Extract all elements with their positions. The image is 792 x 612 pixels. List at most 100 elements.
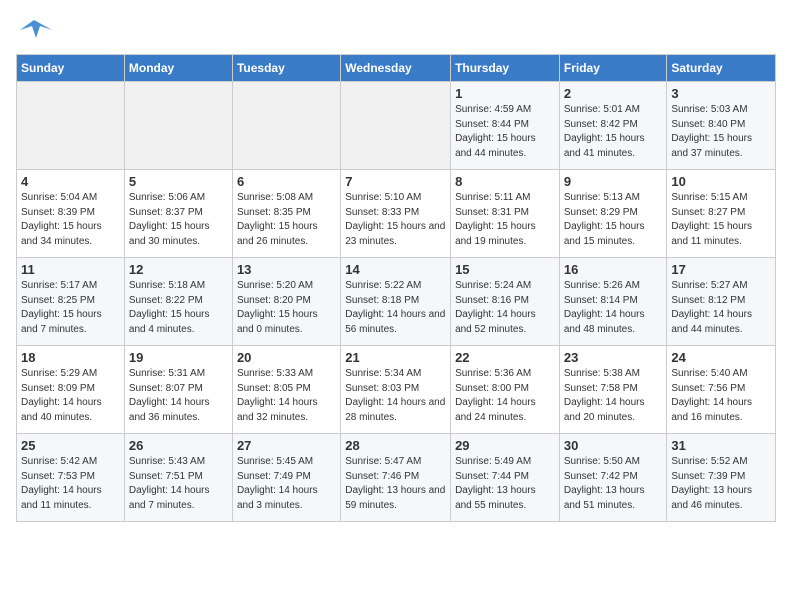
day-number: 25 (21, 438, 120, 453)
logo (16, 16, 56, 46)
day-number: 28 (345, 438, 446, 453)
calendar-cell: 10 Sunrise: 5:15 AM Sunset: 8:27 PM Dayli… (667, 170, 776, 258)
day-info: Sunrise: 5:20 AM Sunset: 8:20 PM Dayligh… (237, 279, 336, 337)
day-number: 22 (455, 350, 555, 365)
day-info: Sunrise: 5:52 AM Sunset: 7:39 PM Dayligh… (671, 455, 771, 513)
calendar-cell: 25 Sunrise: 5:42 AM Sunset: 7:53 PM Dayli… (17, 434, 125, 522)
page-header (16, 16, 776, 46)
day-number: 19 (129, 350, 228, 365)
calendar-cell: 16Sunrise: 5:26 AM Sunset: 8:14 PM Dayli… (559, 258, 667, 346)
day-number: 11 (21, 262, 120, 277)
calendar-cell (341, 82, 451, 170)
calendar-cell: 17 Sunrise: 5:27 AM Sunset: 8:12 PM Dayli… (667, 258, 776, 346)
day-of-week-header: Tuesday (232, 55, 340, 82)
day-info: Sunrise: 5:22 AM Sunset: 8:18 PM Dayligh… (345, 279, 446, 337)
day-info: Sunrise: 5:38 AM Sunset: 7:58 PM Dayligh… (564, 367, 663, 425)
day-info: Sunrise: 5:47 AM Sunset: 7:46 PM Dayligh… (345, 455, 446, 513)
calendar-cell: 20 Sunrise: 5:33 AM Sunset: 8:05 PM Dayli… (232, 346, 340, 434)
day-number: 21 (345, 350, 446, 365)
day-info: Sunrise: 5:15 AM Sunset: 8:27 PM Dayligh… (671, 191, 771, 249)
calendar-cell: 15 Sunrise: 5:24 AM Sunset: 8:16 PM Dayli… (451, 258, 560, 346)
day-number: 30 (564, 438, 663, 453)
day-number: 17 (671, 262, 771, 277)
day-info: Sunrise: 5:13 AM Sunset: 8:29 PM Dayligh… (564, 191, 663, 249)
day-info: Sunrise: 5:33 AM Sunset: 8:05 PM Dayligh… (237, 367, 336, 425)
calendar-week-row: 4 Sunrise: 5:04 AM Sunset: 8:39 PM Daylig… (17, 170, 776, 258)
calendar-cell: 31 Sunrise: 5:52 AM Sunset: 7:39 PM Dayli… (667, 434, 776, 522)
day-info: Sunrise: 5:29 AM Sunset: 8:09 PM Dayligh… (21, 367, 120, 425)
calendar-cell (124, 82, 232, 170)
calendar-cell: 29 Sunrise: 5:49 AM Sunset: 7:44 PM Dayli… (451, 434, 560, 522)
calendar-cell: 9 Sunrise: 5:13 AM Sunset: 8:29 PM Daylig… (559, 170, 667, 258)
calendar-cell: 21 Sunrise: 5:34 AM Sunset: 8:03 PM Dayli… (341, 346, 451, 434)
day-of-week-header: Sunday (17, 55, 125, 82)
day-info: Sunrise: 5:08 AM Sunset: 8:35 PM Dayligh… (237, 191, 336, 249)
day-info: Sunrise: 5:03 AM Sunset: 8:40 PM Dayligh… (671, 103, 771, 161)
calendar-cell: 2 Sunrise: 5:01 AM Sunset: 8:42 PM Daylig… (559, 82, 667, 170)
day-number: 9 (564, 174, 663, 189)
calendar-cell: 4 Sunrise: 5:04 AM Sunset: 8:39 PM Daylig… (17, 170, 125, 258)
calendar-cell: 5Sunrise: 5:06 AM Sunset: 8:37 PM Daylig… (124, 170, 232, 258)
calendar-cell: 18 Sunrise: 5:29 AM Sunset: 8:09 PM Dayli… (17, 346, 125, 434)
day-info: Sunrise: 5:17 AM Sunset: 8:25 PM Dayligh… (21, 279, 120, 337)
calendar-week-row: 18 Sunrise: 5:29 AM Sunset: 8:09 PM Dayli… (17, 346, 776, 434)
day-info: Sunrise: 5:01 AM Sunset: 8:42 PM Dayligh… (564, 103, 663, 161)
day-of-week-header: Wednesday (341, 55, 451, 82)
day-info: Sunrise: 5:26 AM Sunset: 8:14 PM Dayligh… (564, 279, 663, 337)
calendar-header-row: SundayMondayTuesdayWednesdayThursdayFrid… (17, 55, 776, 82)
day-number: 6 (237, 174, 336, 189)
day-number: 18 (21, 350, 120, 365)
day-number: 29 (455, 438, 555, 453)
calendar-cell: 22 Sunrise: 5:36 AM Sunset: 8:00 PM Dayli… (451, 346, 560, 434)
day-of-week-header: Thursday (451, 55, 560, 82)
calendar-week-row: 1Sunrise: 4:59 AM Sunset: 8:44 PM Daylig… (17, 82, 776, 170)
day-info: Sunrise: 5:24 AM Sunset: 8:16 PM Dayligh… (455, 279, 555, 337)
day-number: 23 (564, 350, 663, 365)
calendar-cell: 6 Sunrise: 5:08 AM Sunset: 8:35 PM Daylig… (232, 170, 340, 258)
day-info: Sunrise: 5:04 AM Sunset: 8:39 PM Dayligh… (21, 191, 120, 249)
day-of-week-header: Monday (124, 55, 232, 82)
day-of-week-header: Friday (559, 55, 667, 82)
day-info: Sunrise: 5:49 AM Sunset: 7:44 PM Dayligh… (455, 455, 555, 513)
day-number: 5 (129, 174, 228, 189)
calendar-week-row: 11 Sunrise: 5:17 AM Sunset: 8:25 PM Dayli… (17, 258, 776, 346)
day-number: 2 (564, 86, 663, 101)
calendar-cell: 12 Sunrise: 5:18 AM Sunset: 8:22 PM Dayli… (124, 258, 232, 346)
day-info: Sunrise: 5:42 AM Sunset: 7:53 PM Dayligh… (21, 455, 120, 513)
day-number: 24 (671, 350, 771, 365)
day-info: Sunrise: 5:10 AM Sunset: 8:33 PM Dayligh… (345, 191, 446, 249)
calendar-cell: 19Sunrise: 5:31 AM Sunset: 8:07 PM Dayli… (124, 346, 232, 434)
day-number: 31 (671, 438, 771, 453)
day-info: Sunrise: 5:11 AM Sunset: 8:31 PM Dayligh… (455, 191, 555, 249)
day-number: 14 (345, 262, 446, 277)
calendar-cell: 30 Sunrise: 5:50 AM Sunset: 7:42 PM Dayli… (559, 434, 667, 522)
calendar-table: SundayMondayTuesdayWednesdayThursdayFrid… (16, 54, 776, 522)
day-info: Sunrise: 5:50 AM Sunset: 7:42 PM Dayligh… (564, 455, 663, 513)
day-of-week-header: Saturday (667, 55, 776, 82)
day-number: 3 (671, 86, 771, 101)
day-info: Sunrise: 5:27 AM Sunset: 8:12 PM Dayligh… (671, 279, 771, 337)
calendar-cell: 11 Sunrise: 5:17 AM Sunset: 8:25 PM Dayli… (17, 258, 125, 346)
calendar-cell: 3 Sunrise: 5:03 AM Sunset: 8:40 PM Daylig… (667, 82, 776, 170)
calendar-cell (17, 82, 125, 170)
day-number: 12 (129, 262, 228, 277)
calendar-cell: 27 Sunrise: 5:45 AM Sunset: 7:49 PM Dayli… (232, 434, 340, 522)
day-number: 13 (237, 262, 336, 277)
day-number: 20 (237, 350, 336, 365)
calendar-cell: 8 Sunrise: 5:11 AM Sunset: 8:31 PM Daylig… (451, 170, 560, 258)
calendar-cell: 23 Sunrise: 5:38 AM Sunset: 7:58 PM Dayli… (559, 346, 667, 434)
day-info: Sunrise: 5:36 AM Sunset: 8:00 PM Dayligh… (455, 367, 555, 425)
calendar-cell: 28 Sunrise: 5:47 AM Sunset: 7:46 PM Dayli… (341, 434, 451, 522)
calendar-cell: 24 Sunrise: 5:40 AM Sunset: 7:56 PM Dayli… (667, 346, 776, 434)
day-number: 27 (237, 438, 336, 453)
day-info: Sunrise: 5:45 AM Sunset: 7:49 PM Dayligh… (237, 455, 336, 513)
day-number: 10 (671, 174, 771, 189)
calendar-cell: 14 Sunrise: 5:22 AM Sunset: 8:18 PM Dayli… (341, 258, 451, 346)
day-info: Sunrise: 5:34 AM Sunset: 8:03 PM Dayligh… (345, 367, 446, 425)
day-number: 15 (455, 262, 555, 277)
day-number: 1 (455, 86, 555, 101)
day-info: Sunrise: 5:40 AM Sunset: 7:56 PM Dayligh… (671, 367, 771, 425)
day-number: 8 (455, 174, 555, 189)
day-info: Sunrise: 5:18 AM Sunset: 8:22 PM Dayligh… (129, 279, 228, 337)
day-number: 4 (21, 174, 120, 189)
